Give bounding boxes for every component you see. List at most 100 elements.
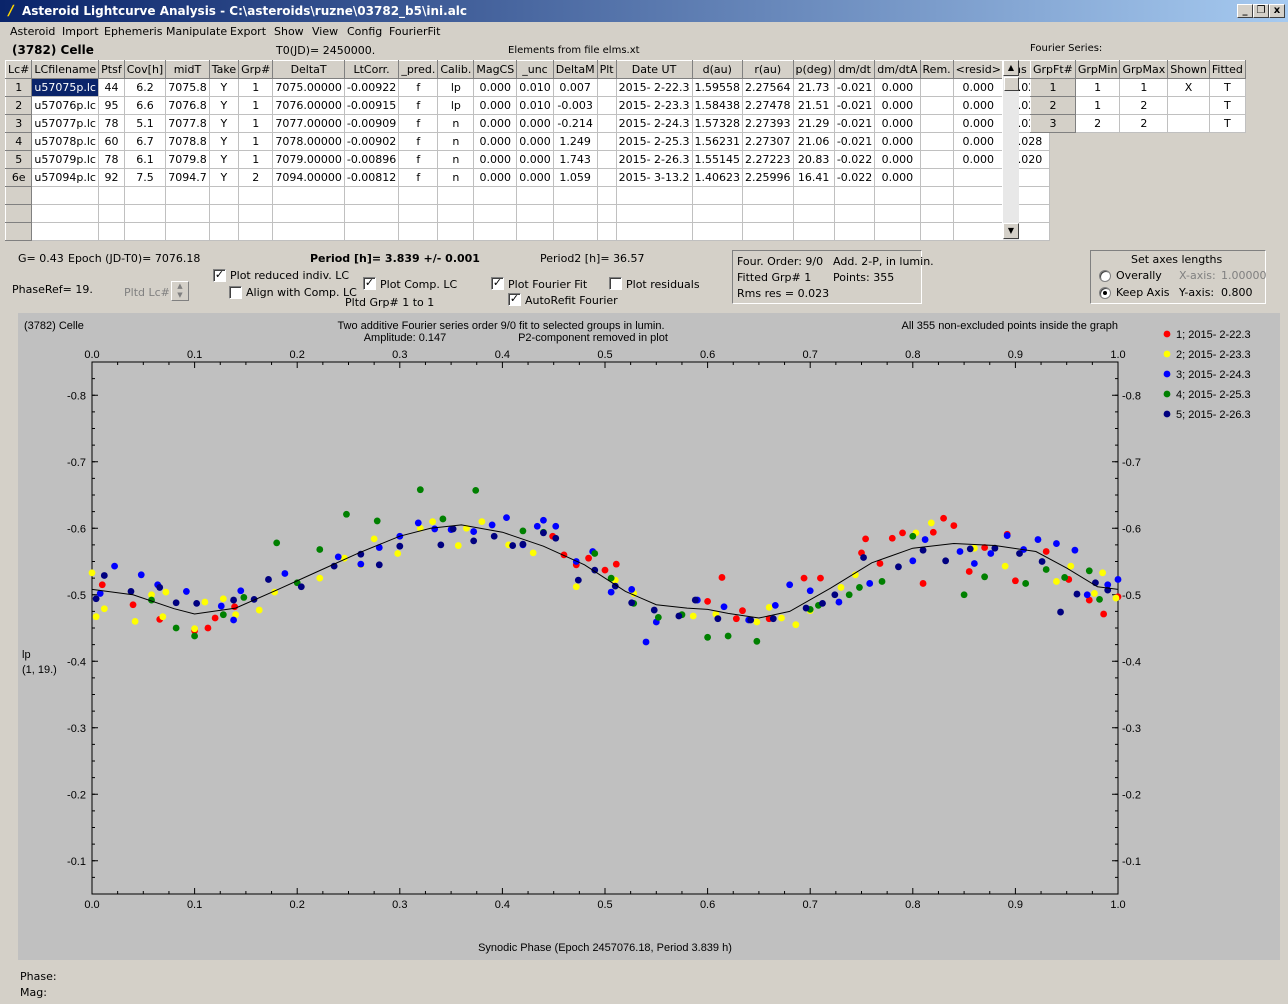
table-cell[interactable]: 2015- 2-26.3 xyxy=(615,150,693,169)
table-cell[interactable] xyxy=(833,204,876,223)
table-cell[interactable]: 1 xyxy=(238,150,274,169)
row-header[interactable]: 1 xyxy=(4,78,33,97)
table-cell[interactable] xyxy=(437,204,475,223)
table-cell[interactable]: -0.003 xyxy=(552,96,598,115)
table-cell[interactable]: lp xyxy=(437,78,475,97)
minimize-button[interactable]: _ xyxy=(1237,4,1253,18)
table-cell[interactable]: 92 xyxy=(98,168,125,187)
table-cell[interactable] xyxy=(742,204,794,223)
column-header[interactable]: _pred. xyxy=(398,60,439,79)
empty-row[interactable] xyxy=(4,222,1051,241)
table-cell[interactable]: Y xyxy=(208,168,240,187)
table-cell[interactable] xyxy=(919,132,954,151)
menu-asteroid[interactable]: Asteroid xyxy=(10,25,55,38)
table-cell[interactable]: 7075.8 xyxy=(165,78,210,97)
table-cell[interactable]: 20.83 xyxy=(792,150,835,169)
row-header[interactable]: 2 xyxy=(4,96,33,115)
lightcurve-table[interactable]: Lc# LCfilename Ptsf Cov[h] midT Take Grp# Delta… xyxy=(4,60,1051,241)
column-header[interactable]: dm/dt xyxy=(833,60,876,79)
fourier-row-header[interactable]: 1 xyxy=(1030,78,1076,97)
table-cell[interactable]: 0.000 xyxy=(874,150,921,169)
plot-reduced-checkbox[interactable]: ✓ xyxy=(213,269,226,282)
table-cell[interactable] xyxy=(596,222,617,241)
table-cell[interactable]: 78 xyxy=(98,114,125,133)
table-cell[interactable] xyxy=(437,186,475,205)
table-cell[interactable] xyxy=(792,186,835,205)
table-cell[interactable] xyxy=(596,78,617,97)
column-header[interactable]: Take xyxy=(208,60,240,79)
fourier-row[interactable]: 212 T xyxy=(1030,96,1246,115)
table-cell[interactable]: 0.000 xyxy=(874,96,921,115)
table-cell[interactable]: -0.214 xyxy=(552,114,598,133)
table-cell[interactable]: 0.010 xyxy=(516,96,554,115)
table-cell[interactable] xyxy=(272,222,345,241)
spin-up-icon[interactable]: ▲ xyxy=(172,282,188,291)
table-row[interactable]: 5 u57079p.lc 78 6.1 7079.8 Y 1 7079.00000 -0.008… xyxy=(4,150,1051,169)
table-cell[interactable] xyxy=(919,150,954,169)
lightcurve-plot[interactable]: (3782) Celle Two additive Fourier series … xyxy=(18,313,1280,960)
table-cell[interactable] xyxy=(98,186,125,205)
table-cell[interactable]: f xyxy=(398,114,439,133)
column-header[interactable]: Date UT xyxy=(615,60,693,79)
table-cell[interactable]: 0.000 xyxy=(516,114,554,133)
table-cell[interactable]: 44 xyxy=(98,78,125,97)
table-cell[interactable]: -0.021 xyxy=(833,78,876,97)
table-cell[interactable]: -0.021 xyxy=(833,114,876,133)
table-cell[interactable]: f xyxy=(398,96,439,115)
fourier-column-header[interactable]: Fitted xyxy=(1208,60,1246,79)
table-cell[interactable]: u57075p.lc xyxy=(31,78,100,97)
table-scrollbar[interactable]: ▲ ▼ xyxy=(1002,60,1019,240)
table-cell[interactable]: Y xyxy=(208,114,240,133)
table-cell[interactable] xyxy=(516,204,554,223)
fourier-cell[interactable]: T xyxy=(1208,78,1246,97)
fourier-cell[interactable]: X xyxy=(1167,78,1210,97)
table-cell[interactable] xyxy=(596,204,617,223)
table-cell[interactable]: 2015- 2-24.3 xyxy=(615,114,693,133)
table-cell[interactable]: 21.06 xyxy=(792,132,835,151)
table-cell[interactable] xyxy=(615,222,693,241)
table-cell[interactable] xyxy=(516,186,554,205)
table-cell[interactable]: f xyxy=(398,132,439,151)
table-cell[interactable]: 0.010 xyxy=(516,78,554,97)
overally-radio[interactable] xyxy=(1099,270,1111,282)
table-cell[interactable] xyxy=(919,78,954,97)
fourier-cell[interactable]: 1 xyxy=(1119,78,1169,97)
table-cell[interactable]: 7094.7 xyxy=(165,168,210,187)
align-comp-checkbox[interactable] xyxy=(229,286,242,299)
column-header[interactable]: Lc# xyxy=(4,60,33,79)
table-cell[interactable] xyxy=(552,204,598,223)
fourier-column-header[interactable]: GrpMax xyxy=(1119,60,1169,79)
table-cell[interactable]: 0.000 xyxy=(473,150,518,169)
table-cell[interactable]: 0.000 xyxy=(952,132,1004,151)
table-cell[interactable] xyxy=(123,222,167,241)
table-cell[interactable]: -0.021 xyxy=(833,96,876,115)
row-header[interactable]: 4 xyxy=(4,132,33,151)
plot-residuals-checkbox[interactable] xyxy=(609,277,622,290)
x-axis-value[interactable]: 1.00000 xyxy=(1221,269,1267,282)
table-cell[interactable]: 5.1 xyxy=(123,114,167,133)
table-cell[interactable] xyxy=(272,186,345,205)
table-cell[interactable] xyxy=(123,186,167,205)
table-cell[interactable]: -0.00812 xyxy=(343,168,400,187)
table-cell[interactable] xyxy=(31,222,100,241)
menu-view[interactable]: View xyxy=(312,25,338,38)
table-cell[interactable]: 21.51 xyxy=(792,96,835,115)
row-header[interactable]: 5 xyxy=(4,150,33,169)
table-cell[interactable]: 1.56231 xyxy=(691,132,744,151)
table-cell[interactable] xyxy=(952,168,1004,187)
table-cell[interactable] xyxy=(272,204,345,223)
table-cell[interactable] xyxy=(208,222,240,241)
column-header[interactable]: Plt xyxy=(596,60,617,79)
table-cell[interactable]: 7077.8 xyxy=(165,114,210,133)
table-cell[interactable]: 0.000 xyxy=(952,78,1004,97)
fourier-column-header[interactable]: Shown xyxy=(1167,60,1210,79)
empty-row[interactable] xyxy=(4,204,1051,223)
table-cell[interactable] xyxy=(596,186,617,205)
column-header[interactable]: midT xyxy=(165,60,210,79)
table-cell[interactable] xyxy=(343,204,400,223)
fourier-cell[interactable]: 1 xyxy=(1074,78,1121,97)
table-cell[interactable] xyxy=(833,222,876,241)
table-cell[interactable]: 6.7 xyxy=(123,132,167,151)
table-cell[interactable] xyxy=(238,222,274,241)
table-cell[interactable]: 1.743 xyxy=(552,150,598,169)
